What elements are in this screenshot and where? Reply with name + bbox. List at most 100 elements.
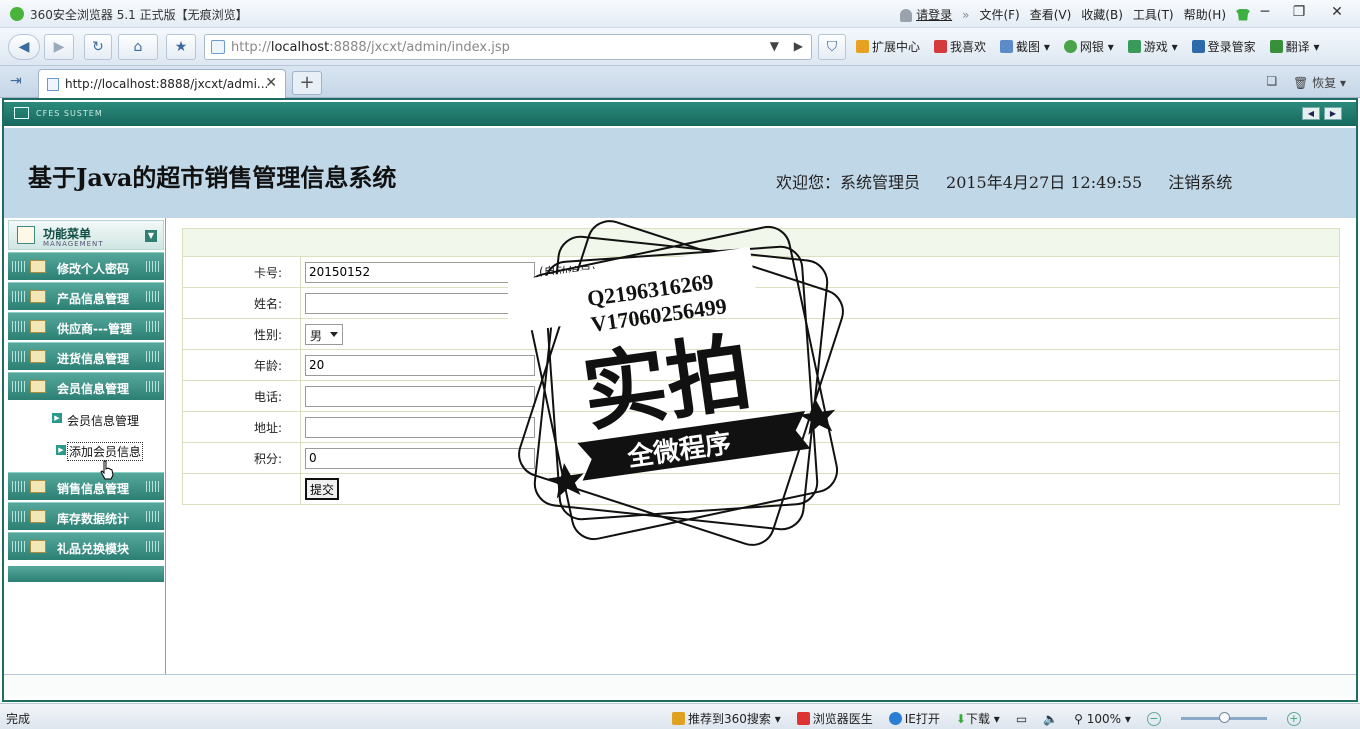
menu-item-label: 库存数据统计 bbox=[57, 512, 130, 526]
menu-header-subtitle: MANAGEMENT bbox=[43, 240, 104, 248]
menu-file[interactable]: 文件(F) bbox=[979, 6, 1019, 23]
menu-item-change-password[interactable]: 修改个人密码 bbox=[8, 252, 164, 280]
zoom-out-button[interactable]: − bbox=[1146, 711, 1161, 726]
gender-select[interactable]: 男 bbox=[305, 323, 343, 345]
submenu-item-add-member[interactable]: ▶ 添加会员信息 bbox=[8, 436, 164, 466]
menu-item-members[interactable]: 会员信息管理 bbox=[8, 372, 164, 400]
restore-button[interactable]: ❐ bbox=[1284, 4, 1314, 24]
card-label: 卡号: bbox=[182, 256, 301, 288]
menu-item-products[interactable]: 产品信息管理 bbox=[8, 282, 164, 310]
phone-input[interactable] bbox=[305, 385, 535, 407]
go-icon[interactable]: ▶ bbox=[794, 39, 803, 53]
screenshot-button[interactable]: 截图 ▾ bbox=[1000, 38, 1050, 55]
skin-icon[interactable] bbox=[1236, 8, 1250, 21]
monitor-icon bbox=[14, 107, 29, 119]
name-label: 姓名: bbox=[182, 287, 301, 319]
browser-menu-bar: 请登录 » 文件(F) 查看(V) 收藏(B) 工具(T) 帮助(H) bbox=[900, 6, 1250, 23]
games-button[interactable]: 游戏 ▾ bbox=[1127, 38, 1178, 55]
age-label: 年龄: bbox=[182, 349, 301, 381]
restore-closed-button[interactable]: 🗑 恢复 ▾ bbox=[1293, 74, 1346, 91]
submenu-arrow-icon: ▶ bbox=[52, 413, 62, 423]
menu-help[interactable]: 帮助(H) bbox=[1184, 6, 1226, 23]
like-button[interactable]: 我喜欢 bbox=[934, 38, 986, 55]
login-link[interactable]: 请登录 bbox=[900, 6, 952, 23]
forward-button[interactable]: ▶ bbox=[44, 34, 74, 60]
ebank-button[interactable]: 网银 ▾ bbox=[1063, 38, 1114, 55]
favorite-star-button[interactable]: ★ bbox=[166, 34, 196, 60]
compat-icon[interactable]: ▭ bbox=[1016, 712, 1027, 726]
browser-tab-bar: ⇥ http://localhost:8888/jxcxt/admi... ✕ … bbox=[0, 66, 1360, 98]
strip-prev-button[interactable]: ◀ bbox=[1302, 107, 1320, 120]
menu-more-icon[interactable]: » bbox=[962, 8, 969, 22]
menu-item-label: 产品信息管理 bbox=[57, 292, 130, 306]
menu-stripes-icon bbox=[12, 381, 26, 392]
menu-item-inventory[interactable]: 库存数据统计 bbox=[8, 502, 164, 530]
menu-item-label: 礼品兑换模块 bbox=[57, 542, 130, 556]
menu-item-sales[interactable]: 销售信息管理 bbox=[8, 472, 164, 500]
menu-view[interactable]: 查看(V) bbox=[1030, 6, 1072, 23]
user-icon bbox=[900, 9, 913, 22]
tab-current[interactable]: http://localhost:8888/jxcxt/admi... ✕ bbox=[38, 69, 286, 98]
menu-stripes-icon bbox=[146, 541, 160, 552]
menu-item-icon bbox=[30, 260, 46, 273]
zoom-button[interactable]: ⚲ 100% ▾ bbox=[1074, 712, 1131, 726]
menu-item-purchases[interactable]: 进货信息管理 bbox=[8, 342, 164, 370]
sound-icon[interactable]: 🔈 bbox=[1043, 712, 1058, 726]
gender-label: 性别: bbox=[182, 318, 301, 350]
zoom-slider[interactable] bbox=[1180, 712, 1267, 723]
ie-open-button[interactable]: IE打开 bbox=[888, 710, 940, 727]
browser-doctor-button[interactable]: 浏览器医生 bbox=[796, 710, 873, 727]
menu-stripes-icon bbox=[12, 351, 26, 362]
menu-favorites[interactable]: 收藏(B) bbox=[1081, 6, 1123, 23]
recommend-360-button[interactable]: 推荐到360搜索 ▾ bbox=[672, 710, 781, 727]
submenu-item-member-manage[interactable]: ▶ 会员信息管理 bbox=[8, 404, 164, 434]
chevron-down-icon bbox=[330, 331, 338, 337]
menu-stripes-icon bbox=[12, 261, 26, 272]
points-input[interactable] bbox=[305, 447, 535, 469]
password-manager-button[interactable]: 登录管家 bbox=[1191, 38, 1256, 55]
address-bar[interactable]: http://localhost:8888/jxcxt/admin/index.… bbox=[204, 34, 812, 60]
zoom-slider-knob[interactable] bbox=[1218, 712, 1230, 723]
refresh-button[interactable]: ↻ bbox=[84, 34, 112, 60]
browser-status-bar: 完成 推荐到360搜索 ▾ 浏览器医生 IE打开 ⬇下载 ▾ ▭ 🔈 ⚲ 100… bbox=[0, 703, 1360, 729]
submit-button[interactable]: 提交 bbox=[305, 478, 340, 500]
datetime-text: 2015年4月27日 12:49:55 bbox=[946, 173, 1143, 192]
page-title: 基于Java的超市销售管理信息系统 bbox=[28, 163, 397, 192]
name-input[interactable] bbox=[305, 292, 535, 314]
translate-button[interactable]: 翻译 ▾ bbox=[1269, 38, 1319, 55]
trash-icon: 🗑 bbox=[1293, 76, 1309, 90]
age-input[interactable] bbox=[305, 354, 535, 376]
menu-item-gifts[interactable]: 礼品兑换模块 bbox=[8, 532, 164, 560]
menu-stripes-icon bbox=[12, 481, 26, 492]
close-button[interactable]: ✕ bbox=[1322, 4, 1352, 24]
address-input[interactable] bbox=[305, 416, 535, 438]
download-button[interactable]: ⬇下载 ▾ bbox=[956, 710, 1000, 727]
home-button[interactable]: ⌂ bbox=[118, 34, 158, 60]
menu-collapse-icon[interactable]: ▼ bbox=[145, 230, 157, 242]
minimize-button[interactable]: ─ bbox=[1250, 4, 1280, 24]
menu-stripes-icon bbox=[146, 291, 160, 302]
sidebar-toggle-icon[interactable]: ⇥ bbox=[10, 73, 22, 89]
card-number-input[interactable] bbox=[305, 261, 535, 283]
extension-center-button[interactable]: 扩展中心 bbox=[856, 38, 920, 55]
back-button[interactable]: ◀ bbox=[8, 34, 40, 60]
phone-label: 电话: bbox=[182, 380, 301, 412]
strip-next-button[interactable]: ▶ bbox=[1324, 107, 1342, 120]
logout-link[interactable]: 注销系统 bbox=[1168, 169, 1232, 193]
menu-stripes-icon bbox=[146, 381, 160, 392]
new-tab-button[interactable]: + bbox=[292, 71, 322, 95]
window-list-icon[interactable]: ❏ bbox=[1266, 74, 1277, 91]
address-dropdown-icon[interactable]: ▼ bbox=[770, 39, 779, 53]
address-url: http://localhost:8888/jxcxt/admin/index.… bbox=[231, 40, 510, 55]
tab-close-icon[interactable]: ✕ bbox=[265, 75, 277, 91]
menu-tools[interactable]: 工具(T) bbox=[1133, 6, 1174, 23]
toolbar-items: 扩展中心 我喜欢 截图 ▾ 网银 ▾ 游戏 ▾ 登录管家 翻译 ▾ bbox=[856, 38, 1319, 55]
browser-nav-bar: ◀ ▶ ↻ ⌂ ★ http://localhost:8888/jxcxt/ad… bbox=[0, 28, 1360, 66]
menu-item-suppliers[interactable]: 供应商---管理 bbox=[8, 312, 164, 340]
address-label: 地址: bbox=[182, 411, 301, 443]
shield-icon[interactable]: ⛉ bbox=[818, 34, 846, 60]
menu-item-icon bbox=[30, 480, 46, 493]
zoom-in-button[interactable]: + bbox=[1286, 711, 1301, 726]
menu-stripes-icon bbox=[12, 511, 26, 522]
menu-stripes-icon bbox=[12, 291, 26, 302]
